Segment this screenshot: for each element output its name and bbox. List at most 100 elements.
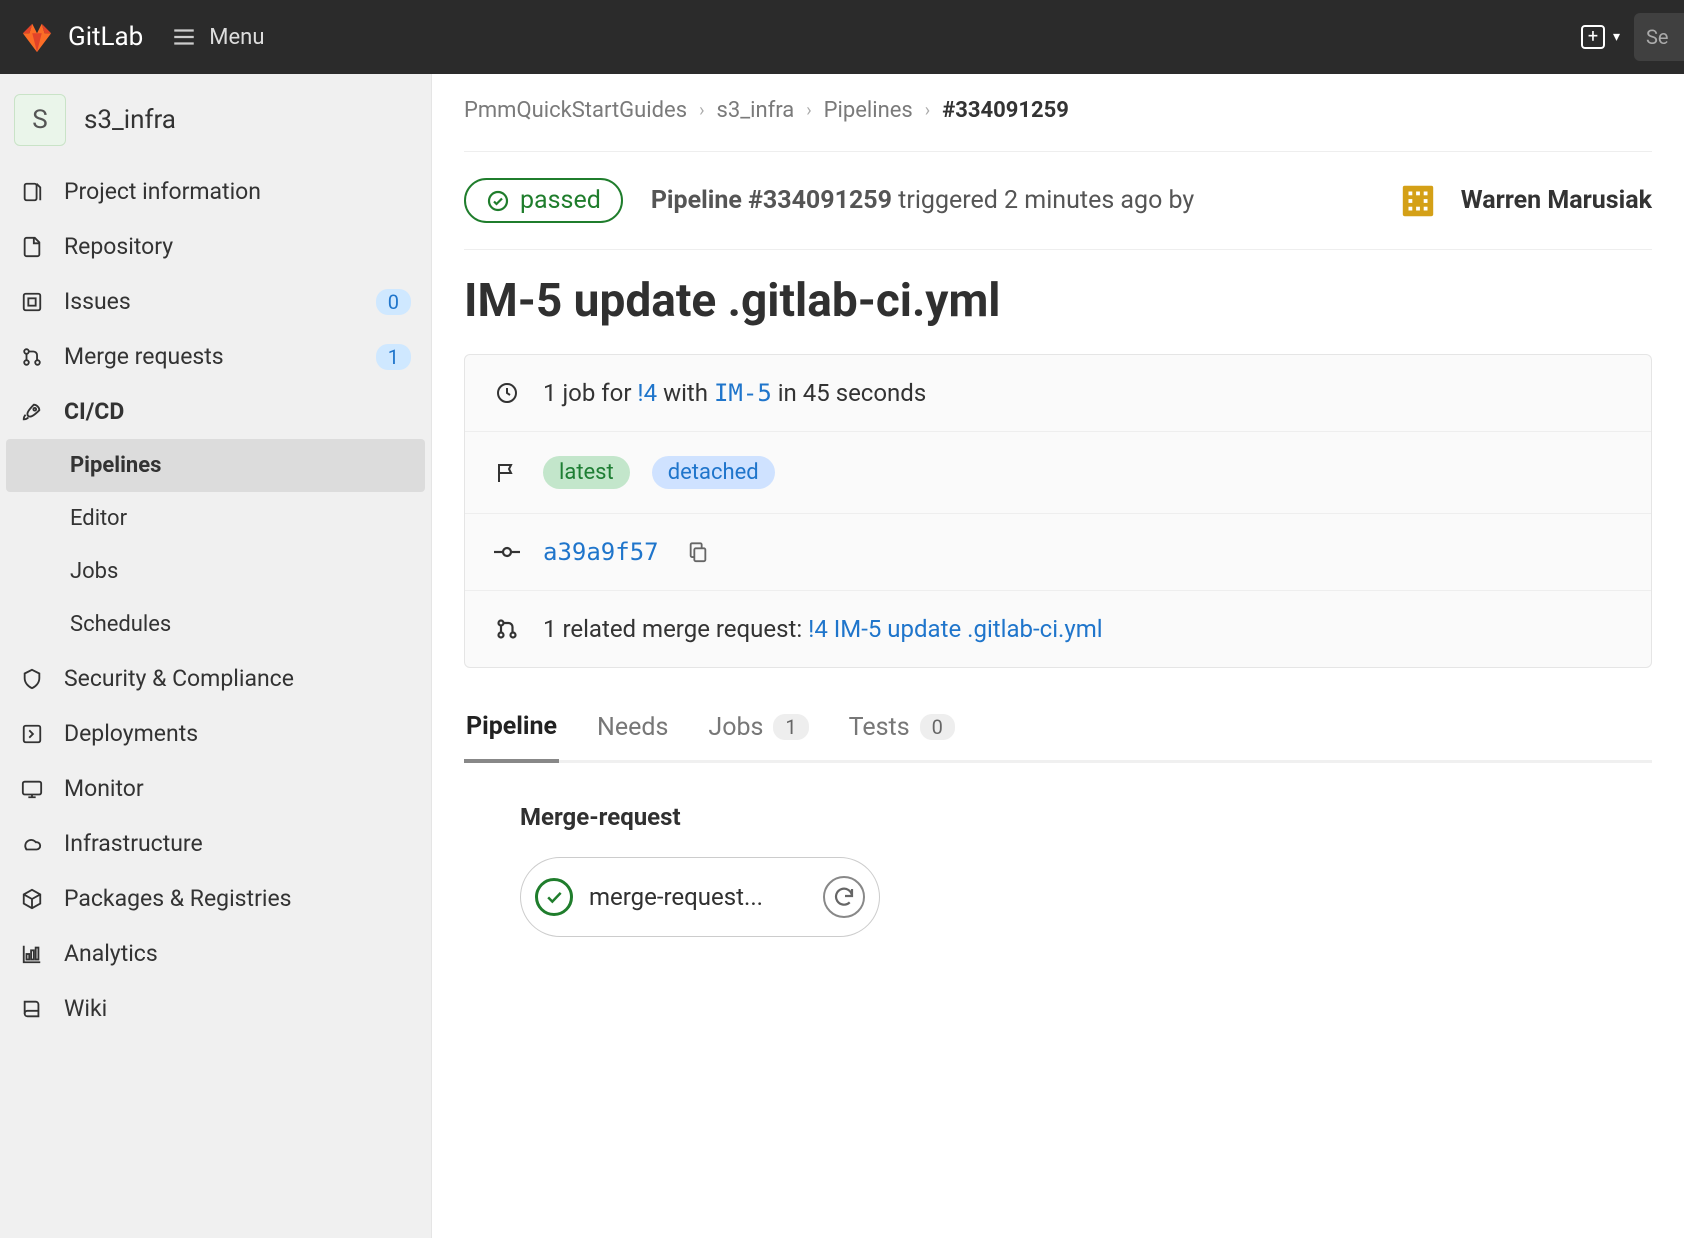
check-circle-icon bbox=[535, 878, 573, 916]
project-header[interactable]: S s3_infra bbox=[6, 82, 425, 164]
subitem-label: Schedules bbox=[70, 612, 171, 637]
info-row-duration: 1 job for !4 with IM-5 in 45 seconds bbox=[465, 355, 1651, 432]
pipeline-id: #334091259 bbox=[748, 186, 892, 215]
breadcrumb-current: #334091259 bbox=[942, 98, 1069, 123]
breadcrumb: PmmQuickStartGuides › s3_infra › Pipelin… bbox=[464, 98, 1652, 152]
tab-needs[interactable]: Needs bbox=[595, 712, 670, 760]
rocket-icon bbox=[20, 401, 44, 423]
tab-count: 0 bbox=[920, 714, 955, 740]
job-pill[interactable]: merge-request... bbox=[520, 857, 880, 937]
job-name: merge-request... bbox=[589, 883, 807, 911]
subitem-label: Editor bbox=[70, 506, 127, 531]
sidebar-item-label: Security & Compliance bbox=[64, 665, 294, 692]
related-mr-prefix: 1 related merge request: bbox=[543, 615, 808, 643]
sidebar-item-repository[interactable]: Repository bbox=[6, 219, 425, 274]
hamburger-icon bbox=[171, 24, 197, 50]
sidebar-item-label: Merge requests bbox=[64, 343, 224, 370]
sidebar-item-label: CI/CD bbox=[64, 398, 124, 425]
sidebar: S s3_infra Project information Repositor… bbox=[0, 74, 432, 1238]
sidebar-item-cicd[interactable]: CI/CD bbox=[6, 384, 425, 439]
book-icon bbox=[20, 998, 44, 1020]
subitem-label: Pipelines bbox=[70, 453, 161, 478]
menu-label: Menu bbox=[209, 25, 264, 50]
with-text: with bbox=[657, 379, 714, 407]
project-avatar: S bbox=[14, 94, 66, 146]
tag-detached: detached bbox=[652, 456, 775, 489]
sidebar-item-wiki[interactable]: Wiki bbox=[6, 981, 425, 1036]
sidebar-subitem-editor[interactable]: Editor bbox=[6, 492, 425, 545]
monitor-icon bbox=[20, 778, 44, 800]
mr-ref-link[interactable]: !4 bbox=[637, 379, 657, 407]
sidebar-item-analytics[interactable]: Analytics bbox=[6, 926, 425, 981]
tab-label: Jobs bbox=[708, 713, 763, 742]
sidebar-item-merge-requests[interactable]: Merge requests 1 bbox=[6, 329, 425, 384]
commit-icon bbox=[493, 543, 521, 561]
retry-button[interactable] bbox=[823, 876, 865, 918]
branch-link[interactable]: IM-5 bbox=[714, 379, 772, 407]
tab-tests[interactable]: Tests 0 bbox=[847, 712, 957, 760]
sidebar-item-project-information[interactable]: Project information bbox=[6, 164, 425, 219]
package-icon bbox=[20, 888, 44, 910]
duration-suffix: in 45 seconds bbox=[772, 379, 926, 407]
project-name: s3_infra bbox=[84, 105, 176, 135]
page-title: IM-5 update .gitlab-ci.yml bbox=[464, 250, 1652, 354]
brand[interactable]: GitLab bbox=[20, 20, 143, 54]
breadcrumb-group[interactable]: PmmQuickStartGuides bbox=[464, 98, 687, 123]
sidebar-subitem-schedules[interactable]: Schedules bbox=[6, 598, 425, 651]
brand-text: GitLab bbox=[68, 22, 143, 52]
check-circle-icon bbox=[486, 189, 510, 213]
duration-text: 1 job for !4 with IM-5 in 45 seconds bbox=[543, 379, 926, 407]
shield-icon bbox=[20, 668, 44, 690]
breadcrumb-project[interactable]: s3_infra bbox=[716, 98, 794, 123]
chart-icon bbox=[20, 943, 44, 965]
issues-icon bbox=[20, 291, 44, 313]
tag-latest: latest bbox=[543, 456, 630, 489]
related-mr-text: 1 related merge request: !4 IM-5 update … bbox=[543, 615, 1103, 643]
tab-pipeline[interactable]: Pipeline bbox=[464, 712, 559, 763]
sidebar-item-packages[interactable]: Packages & Registries bbox=[6, 871, 425, 926]
tab-count: 1 bbox=[773, 714, 808, 740]
sidebar-item-label: Wiki bbox=[64, 995, 107, 1022]
flag-icon bbox=[493, 461, 521, 485]
trigger-user[interactable]: Warren Marusiak bbox=[1397, 180, 1652, 222]
avatar-letter: S bbox=[32, 105, 47, 135]
sidebar-item-label: Analytics bbox=[64, 940, 158, 967]
pipeline-info-panel: 1 job for !4 with IM-5 in 45 seconds lat… bbox=[464, 354, 1652, 668]
search-placeholder: Se bbox=[1646, 25, 1668, 49]
chevron-right-icon: › bbox=[925, 100, 930, 121]
related-mr-link[interactable]: !4 IM-5 update .gitlab-ci.yml bbox=[808, 615, 1102, 643]
issues-count-badge: 0 bbox=[376, 289, 411, 315]
sidebar-item-deployments[interactable]: Deployments bbox=[6, 706, 425, 761]
tab-jobs[interactable]: Jobs 1 bbox=[706, 712, 810, 760]
avatar bbox=[1397, 180, 1439, 222]
file-icon bbox=[20, 236, 44, 258]
status-text: passed bbox=[520, 186, 601, 215]
status-badge[interactable]: passed bbox=[464, 178, 623, 223]
copy-button[interactable] bbox=[687, 541, 709, 563]
triggered-text: triggered 2 minutes ago by bbox=[892, 186, 1194, 215]
chevron-right-icon: › bbox=[806, 100, 811, 121]
search-input[interactable]: Se bbox=[1634, 13, 1684, 61]
trigger-text: Pipeline #334091259 triggered 2 minutes … bbox=[651, 186, 1369, 215]
sidebar-item-infrastructure[interactable]: Infrastructure bbox=[6, 816, 425, 871]
sidebar-item-monitor[interactable]: Monitor bbox=[6, 761, 425, 816]
new-dropdown[interactable]: + ▾ bbox=[1581, 25, 1620, 49]
nav-right: + ▾ Se bbox=[1581, 13, 1664, 61]
merge-icon bbox=[20, 346, 44, 368]
tab-label: Pipeline bbox=[466, 712, 557, 741]
menu-button[interactable]: Menu bbox=[171, 24, 264, 50]
sidebar-item-issues[interactable]: Issues 0 bbox=[6, 274, 425, 329]
sidebar-subitem-pipelines[interactable]: Pipelines bbox=[6, 439, 425, 492]
user-name: Warren Marusiak bbox=[1461, 186, 1652, 215]
pipeline-header: passed Pipeline #334091259 triggered 2 m… bbox=[464, 152, 1652, 250]
commit-sha-link[interactable]: a39a9f57 bbox=[543, 538, 659, 566]
header-prefix: Pipeline bbox=[651, 186, 748, 215]
pipeline-graph: Merge-request merge-request... bbox=[464, 763, 1652, 977]
breadcrumb-section[interactable]: Pipelines bbox=[824, 98, 913, 123]
sidebar-subitem-jobs[interactable]: Jobs bbox=[6, 545, 425, 598]
sidebar-item-security[interactable]: Security & Compliance bbox=[6, 651, 425, 706]
sidebar-item-label: Deployments bbox=[64, 720, 198, 747]
subitem-label: Jobs bbox=[70, 559, 118, 584]
stage-title: Merge-request bbox=[520, 803, 1596, 831]
info-row-related-mr: 1 related merge request: !4 IM-5 update … bbox=[465, 591, 1651, 667]
